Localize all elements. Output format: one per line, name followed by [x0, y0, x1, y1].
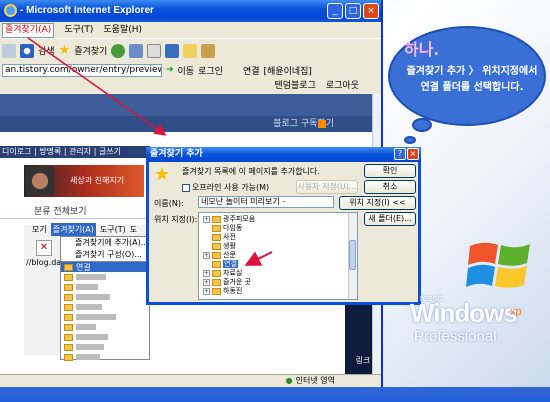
callout-heading: 하나. — [404, 40, 440, 59]
arrow-to-links-folder — [244, 251, 273, 266]
callout-line1: 즐겨찾기 추가 〉 위치지정에서 — [406, 66, 538, 77]
windows-flag-icon — [466, 242, 530, 288]
callout-text: 즐겨찾기 추가 〉 위치지정에서 연결 폴더를 선택합니다. — [404, 64, 540, 96]
callout-tail — [412, 118, 432, 132]
arrow-to-dialog — [27, 37, 167, 136]
xp-text: xp — [510, 306, 522, 318]
callout-tail-small — [404, 136, 416, 144]
windows-text: Windows — [410, 298, 518, 328]
callout-line2: 연결 폴더를 선택합니다. — [420, 82, 524, 93]
edition-text: Professional — [414, 328, 497, 345]
